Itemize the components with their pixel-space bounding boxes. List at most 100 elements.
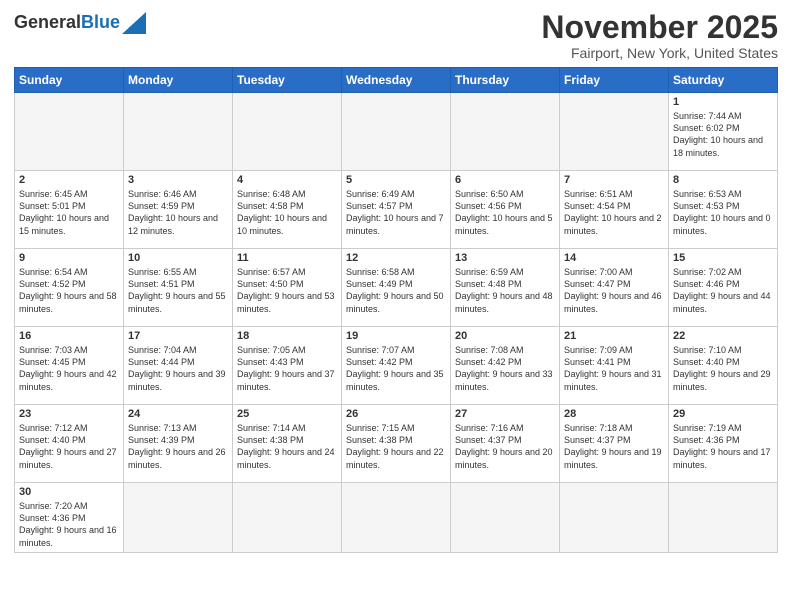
day-number: 10	[128, 252, 228, 264]
table-row: 29 Sunrise: 7:19 AM Sunset: 4:36 PM Dayli…	[669, 405, 778, 483]
day-number: 9	[19, 252, 119, 264]
day-info: Sunrise: 6:45 AM Sunset: 5:01 PM Dayligh…	[19, 188, 119, 237]
table-row: 13 Sunrise: 6:59 AM Sunset: 4:48 PM Dayli…	[451, 249, 560, 327]
col-monday: Monday	[124, 68, 233, 93]
table-row: 30 Sunrise: 7:20 AM Sunset: 4:36 PM Dayli…	[15, 483, 124, 553]
day-number: 30	[19, 486, 119, 498]
day-info: Sunrise: 7:08 AM Sunset: 4:42 PM Dayligh…	[455, 344, 555, 393]
title-area: November 2025 Fairport, New York, United…	[541, 10, 778, 61]
day-number: 19	[346, 330, 446, 342]
day-info: Sunrise: 7:03 AM Sunset: 4:45 PM Dayligh…	[19, 344, 119, 393]
table-row: 28Sunrise: 7:18 AM Sunset: 4:37 PM Dayli…	[560, 405, 669, 483]
day-number: 21	[564, 330, 664, 342]
col-thursday: Thursday	[451, 68, 560, 93]
day-number: 17	[128, 330, 228, 342]
table-row: 5Sunrise: 6:49 AM Sunset: 4:57 PM Daylig…	[342, 171, 451, 249]
table-row	[15, 93, 124, 171]
col-friday: Friday	[560, 68, 669, 93]
table-row: 1 Sunrise: 7:44 AM Sunset: 6:02 PM Daylig…	[669, 93, 778, 171]
day-number: 27	[455, 408, 555, 420]
logo-text: GeneralBlue	[14, 13, 120, 31]
table-row: 27 Sunrise: 7:16 AM Sunset: 4:37 PM Dayli…	[451, 405, 560, 483]
day-info: Sunrise: 7:16 AM Sunset: 4:37 PM Dayligh…	[455, 422, 555, 471]
table-row: 24 Sunrise: 7:13 AM Sunset: 4:39 PM Dayli…	[124, 405, 233, 483]
table-row	[560, 483, 669, 553]
table-row: 15Sunrise: 7:02 AM Sunset: 4:46 PM Dayli…	[669, 249, 778, 327]
day-number: 1	[673, 96, 773, 108]
table-row: 25Sunrise: 7:14 AM Sunset: 4:38 PM Dayli…	[233, 405, 342, 483]
month-title: November 2025	[541, 10, 778, 45]
logo-general: General	[14, 12, 81, 32]
table-row: 19Sunrise: 7:07 AM Sunset: 4:42 PM Dayli…	[342, 327, 451, 405]
day-number: 2	[19, 174, 119, 186]
day-info: Sunrise: 7:44 AM Sunset: 6:02 PM Dayligh…	[673, 110, 773, 159]
table-row: 3 Sunrise: 6:46 AM Sunset: 4:59 PM Daylig…	[124, 171, 233, 249]
day-info: Sunrise: 7:05 AM Sunset: 4:43 PM Dayligh…	[237, 344, 337, 393]
logo-blue: Blue	[81, 12, 120, 32]
table-row	[342, 93, 451, 171]
day-info: Sunrise: 7:10 AM Sunset: 4:40 PM Dayligh…	[673, 344, 773, 393]
table-row: 7Sunrise: 6:51 AM Sunset: 4:54 PM Daylig…	[560, 171, 669, 249]
day-info: Sunrise: 7:20 AM Sunset: 4:36 PM Dayligh…	[19, 500, 119, 549]
table-row: 14 Sunrise: 7:00 AM Sunset: 4:47 PM Dayli…	[560, 249, 669, 327]
table-row	[560, 93, 669, 171]
day-number: 4	[237, 174, 337, 186]
table-row: 17Sunrise: 7:04 AM Sunset: 4:44 PM Dayli…	[124, 327, 233, 405]
day-info: Sunrise: 7:19 AM Sunset: 4:36 PM Dayligh…	[673, 422, 773, 471]
day-number: 13	[455, 252, 555, 264]
day-info: Sunrise: 7:15 AM Sunset: 4:38 PM Dayligh…	[346, 422, 446, 471]
day-number: 3	[128, 174, 228, 186]
day-number: 12	[346, 252, 446, 264]
table-row: 6Sunrise: 6:50 AM Sunset: 4:56 PM Daylig…	[451, 171, 560, 249]
day-number: 11	[237, 252, 337, 264]
logo-area: GeneralBlue	[14, 10, 146, 34]
table-row: 23Sunrise: 7:12 AM Sunset: 4:40 PM Dayli…	[15, 405, 124, 483]
day-number: 6	[455, 174, 555, 186]
day-number: 23	[19, 408, 119, 420]
table-row: 2 Sunrise: 6:45 AM Sunset: 5:01 PM Daylig…	[15, 171, 124, 249]
day-info: Sunrise: 6:55 AM Sunset: 4:51 PM Dayligh…	[128, 266, 228, 315]
day-info: Sunrise: 6:59 AM Sunset: 4:48 PM Dayligh…	[455, 266, 555, 315]
col-wednesday: Wednesday	[342, 68, 451, 93]
table-row: 9 Sunrise: 6:54 AM Sunset: 4:52 PM Daylig…	[15, 249, 124, 327]
table-row	[124, 483, 233, 553]
table-row: 16 Sunrise: 7:03 AM Sunset: 4:45 PM Dayli…	[15, 327, 124, 405]
table-row: 8 Sunrise: 6:53 AM Sunset: 4:53 PM Daylig…	[669, 171, 778, 249]
page: GeneralBlue November 2025 Fairport, New …	[0, 0, 792, 612]
day-info: Sunrise: 6:54 AM Sunset: 4:52 PM Dayligh…	[19, 266, 119, 315]
logo: GeneralBlue	[14, 10, 146, 34]
day-info: Sunrise: 7:09 AM Sunset: 4:41 PM Dayligh…	[564, 344, 664, 393]
table-row	[233, 483, 342, 553]
day-number: 14	[564, 252, 664, 264]
table-row: 10 Sunrise: 6:55 AM Sunset: 4:51 PM Dayli…	[124, 249, 233, 327]
table-row: 21 Sunrise: 7:09 AM Sunset: 4:41 PM Dayli…	[560, 327, 669, 405]
day-number: 16	[19, 330, 119, 342]
table-row: 18 Sunrise: 7:05 AM Sunset: 4:43 PM Dayli…	[233, 327, 342, 405]
table-row	[451, 93, 560, 171]
day-info: Sunrise: 6:46 AM Sunset: 4:59 PM Dayligh…	[128, 188, 228, 237]
day-number: 24	[128, 408, 228, 420]
day-number: 18	[237, 330, 337, 342]
day-number: 28	[564, 408, 664, 420]
col-saturday: Saturday	[669, 68, 778, 93]
col-sunday: Sunday	[15, 68, 124, 93]
day-info: Sunrise: 7:13 AM Sunset: 4:39 PM Dayligh…	[128, 422, 228, 471]
day-info: Sunrise: 6:49 AM Sunset: 4:57 PM Dayligh…	[346, 188, 446, 237]
day-info: Sunrise: 6:51 AM Sunset: 4:54 PM Dayligh…	[564, 188, 664, 237]
logo-icon	[122, 12, 146, 34]
table-row	[233, 93, 342, 171]
header: GeneralBlue November 2025 Fairport, New …	[14, 10, 778, 61]
day-info: Sunrise: 7:02 AM Sunset: 4:46 PM Dayligh…	[673, 266, 773, 315]
table-row	[342, 483, 451, 553]
day-info: Sunrise: 7:00 AM Sunset: 4:47 PM Dayligh…	[564, 266, 664, 315]
day-number: 29	[673, 408, 773, 420]
calendar-header-row: Sunday Monday Tuesday Wednesday Thursday…	[15, 68, 778, 93]
table-row	[451, 483, 560, 553]
table-row: 26 Sunrise: 7:15 AM Sunset: 4:38 PM Dayli…	[342, 405, 451, 483]
day-number: 8	[673, 174, 773, 186]
day-info: Sunrise: 7:14 AM Sunset: 4:38 PM Dayligh…	[237, 422, 337, 471]
day-info: Sunrise: 6:53 AM Sunset: 4:53 PM Dayligh…	[673, 188, 773, 237]
calendar: Sunday Monday Tuesday Wednesday Thursday…	[14, 67, 778, 553]
day-number: 26	[346, 408, 446, 420]
table-row: 12Sunrise: 6:58 AM Sunset: 4:49 PM Dayli…	[342, 249, 451, 327]
